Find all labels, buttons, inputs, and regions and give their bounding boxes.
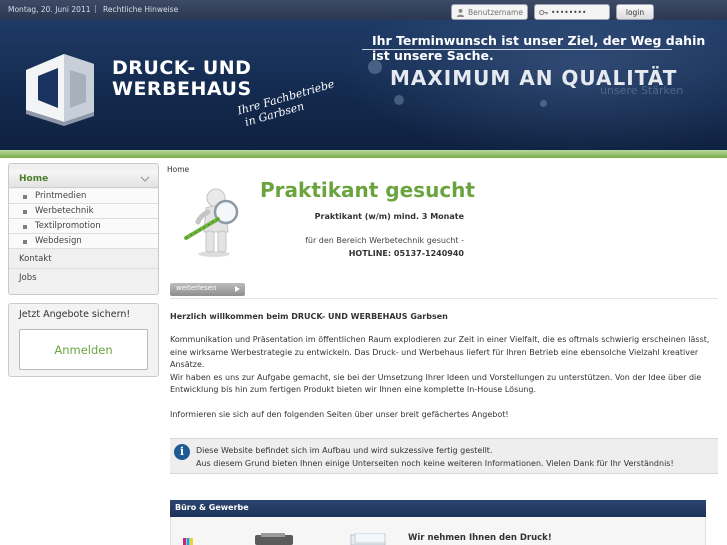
sidebar-item-textilpromotion[interactable]: Textilpromotion [9, 219, 158, 234]
bullet-icon [23, 210, 27, 214]
top-bar: Montag, 20. Juni 2011 | Rechtliche Hinwe… [0, 0, 727, 20]
intro-paragraph: Wir haben es uns zur Aufgabe gemacht, si… [170, 372, 702, 395]
key-icon [539, 9, 548, 16]
header-tagline: Ihr Terminwunsch ist unser Ziel, der Weg… [372, 33, 706, 63]
sidebar-item-printmedien[interactable]: Printmedien [9, 189, 158, 204]
current-date: Montag, 20. Juni 2011 [8, 5, 91, 14]
login-button[interactable]: login [616, 4, 654, 20]
info-notice: i Diese Website befindet sich im Aufbau … [170, 438, 718, 474]
user-icon [456, 8, 465, 17]
bullet-icon [23, 225, 27, 229]
info-text-line2: Aus diesem Grund bieten Ihnen einige Unt… [196, 459, 674, 468]
intro-text: Kommunikation und Präsentation im öffent… [170, 334, 718, 422]
brand-name-line2: WERBEHAUS [112, 78, 252, 100]
password-input[interactable] [551, 6, 605, 18]
sidebar-item-jobs[interactable]: Jobs [9, 269, 158, 288]
decor-dot [394, 95, 404, 105]
brand-name-line1: DRUCK- UND [112, 57, 252, 79]
sidebar-item-webdesign[interactable]: Webdesign [9, 234, 158, 249]
promo-subtitle: Praktikant (w/m) mind. 3 Monate [314, 212, 464, 221]
promo-title: Praktikant gesucht [260, 178, 475, 202]
username-field[interactable] [451, 4, 528, 20]
sidebar-item-label: Textilpromotion [35, 221, 101, 231]
sidebar-item-label: Printmedien [35, 191, 87, 201]
section-header-buero-gewerbe: Büro & Gewerbe [170, 500, 706, 517]
offer-title: Jetzt Angebote sichern! [19, 309, 131, 320]
paper-stack-icon [350, 533, 386, 545]
chevron-down-icon [140, 176, 150, 182]
intro-paragraph: Kommunikation und Präsentation im öffent… [170, 335, 710, 369]
company-logo[interactable] [24, 50, 98, 126]
read-more-button[interactable]: weiterlesen [170, 283, 245, 296]
mascot-magnifier-figure [184, 188, 239, 257]
offer-box: Jetzt Angebote sichern! Anmelden [8, 303, 159, 377]
register-button[interactable]: Anmelden [19, 329, 148, 370]
sidebar-item-werbetechnik[interactable]: Werbetechnik [9, 204, 158, 219]
decor-dot [540, 100, 547, 107]
section-title: Büro & Gewerbe [175, 503, 249, 512]
promo-description: für den Bereich Werbetechnik gesucht - [305, 236, 464, 245]
info-text-line1: Diese Website befindet sich im Aufbau un… [196, 446, 493, 455]
welcome-heading: Herzlich willkommen beim DRUCK- UND WERB… [170, 312, 448, 321]
read-more-label: weiterlesen [176, 284, 217, 292]
sidebar-item-label: Kontakt [19, 254, 52, 264]
printer-icon [255, 533, 293, 545]
sidebar-item-kontakt[interactable]: Kontakt [9, 250, 158, 269]
legal-notice-link[interactable]: Rechtliche Hinweise [103, 5, 178, 14]
promo-divider [170, 298, 718, 299]
info-icon: i [174, 444, 190, 460]
promo-hotline: HOTLINE: 05137-1240940 [348, 249, 464, 258]
topbar-separator: | [94, 4, 97, 13]
sidebar-item-label: Jobs [19, 273, 37, 283]
sidebar-item-label: Home [19, 174, 49, 184]
intro-paragraph: Informieren sie sich auf den folgenden S… [170, 410, 509, 419]
bullet-icon [23, 240, 27, 244]
breadcrumb[interactable]: Home [167, 165, 189, 174]
site-header: DRUCK- UND WERBEHAUS Ihre Fachbetriebe i… [0, 20, 727, 150]
page: Montag, 20. Juni 2011 | Rechtliche Hinwe… [0, 0, 727, 545]
green-divider [0, 150, 727, 158]
password-field[interactable] [534, 4, 610, 20]
header-ghost-text: unsere Stärken [600, 84, 684, 97]
sidebar-item-label: Werbetechnik [35, 206, 94, 216]
section-teaser: Wir nehmen Ihnen den Druck! [408, 533, 552, 543]
username-input[interactable] [468, 6, 523, 18]
color-swatch-icon [183, 538, 193, 545]
arrow-right-icon [235, 286, 240, 292]
sidebar-item-label: Webdesign [35, 236, 82, 246]
section-body: Wir nehmen Ihnen den Druck! [170, 517, 706, 545]
tagline-underline [362, 49, 672, 50]
sidebar-nav: Home Printmedien Werbetechnik Textilprom… [8, 163, 159, 295]
sidebar-item-home[interactable]: Home [9, 170, 158, 188]
bullet-icon [23, 195, 27, 199]
